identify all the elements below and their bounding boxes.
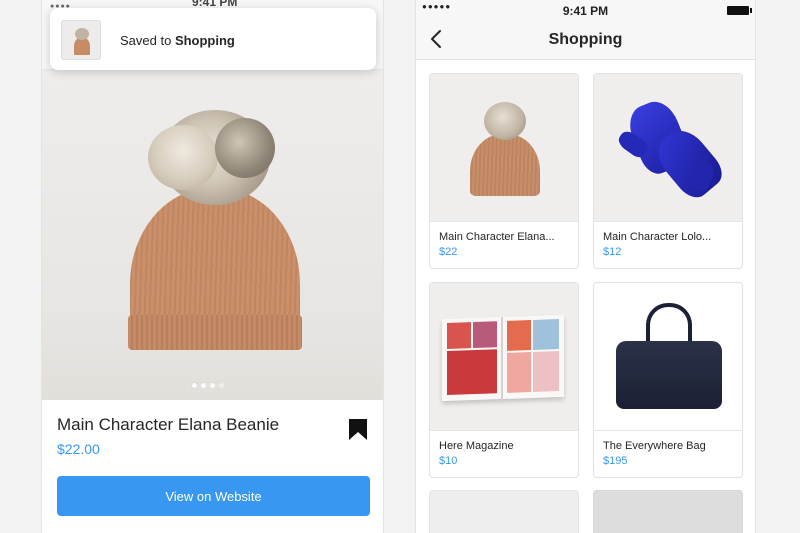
product-thumbnail [430, 74, 578, 222]
battery-icon [727, 6, 752, 15]
saved-toast[interactable]: Saved to Shopping [50, 8, 376, 70]
image-pager[interactable] [192, 383, 224, 388]
product-thumbnail [430, 283, 578, 431]
product-image[interactable] [42, 70, 383, 400]
pager-dot [201, 383, 206, 388]
product-card[interactable]: Main Character Lolo... $12 [593, 73, 743, 269]
page-title: Shopping [548, 31, 623, 48]
product-thumbnail [594, 74, 742, 222]
toast-message: Saved to Shopping [120, 33, 235, 48]
beanie-illustration [128, 110, 302, 350]
product-name: Here Magazine [439, 440, 514, 452]
shopping-collection-screen: ●●●●● 9:41 PM Shopping Main Character El… [415, 0, 756, 533]
product-name: Main Character Elana... [439, 231, 555, 243]
toast-collection[interactable]: Shopping [175, 33, 235, 48]
product-card[interactable]: The Everywhere Bag $195 [593, 282, 743, 478]
product-price: $12 [603, 246, 622, 258]
product-title: Main Character Elana Beanie [57, 415, 280, 434]
pager-dot [210, 383, 215, 388]
product-name: The Everywhere Bag [603, 440, 706, 452]
product-name: Main Character Lolo... [603, 231, 712, 243]
bookmark-icon[interactable] [348, 418, 368, 441]
pager-dot [192, 383, 197, 388]
bag-illustration [616, 341, 722, 409]
product-card-placeholder[interactable] [593, 490, 743, 533]
toast-prefix: Saved to [120, 33, 175, 48]
view-on-website-button[interactable]: View on Website [57, 476, 370, 516]
product-thumbnail [594, 283, 742, 431]
product-card[interactable]: Main Character Elana... $22 [429, 73, 579, 269]
pager-dot [219, 383, 224, 388]
status-bar: ●●●●● 9:41 PM [416, 0, 755, 20]
nav-bar: Shopping [416, 20, 755, 60]
product-price: $22.00 [57, 441, 100, 457]
product-price: $22 [439, 246, 458, 258]
toast-thumbnail [61, 20, 101, 60]
product-card[interactable]: Here Magazine $10 [429, 282, 579, 478]
status-time: 9:41 PM [562, 4, 609, 18]
magazine-illustration [442, 314, 564, 402]
product-card-placeholder[interactable] [429, 490, 579, 533]
product-detail-screen: ●●●● 9:41 PM Saved to Shopping Main Char… [41, 0, 384, 533]
product-price: $10 [439, 455, 458, 467]
beanie-illustration [470, 102, 540, 202]
product-price: $195 [603, 455, 628, 467]
